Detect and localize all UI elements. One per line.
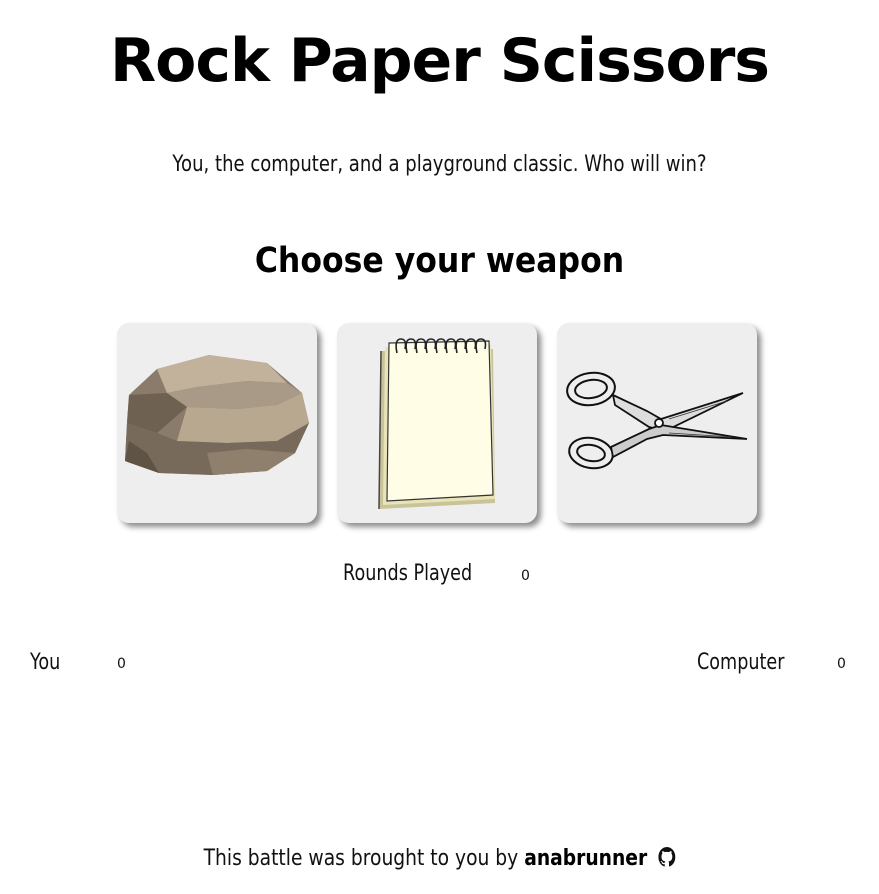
rock-button[interactable] bbox=[117, 323, 317, 523]
scissors-button[interactable] bbox=[557, 323, 757, 523]
computer-score-value: 0 bbox=[837, 656, 846, 672]
rounds-played-label: Rounds Played bbox=[343, 561, 473, 586]
page-subtitle: You, the computer, and a playground clas… bbox=[172, 152, 707, 177]
page-title: Rock Paper Scissors bbox=[109, 26, 770, 96]
player-score-label: You bbox=[30, 650, 61, 675]
scissors-icon bbox=[566, 371, 748, 470]
rounds-played-value: 0 bbox=[521, 568, 530, 584]
github-icon[interactable] bbox=[658, 847, 676, 867]
paper-button[interactable] bbox=[337, 323, 537, 523]
weapon-options bbox=[117, 323, 757, 523]
footer: This battle was brought to you by anabru… bbox=[0, 846, 879, 871]
choose-weapon-heading: Choose your weapon bbox=[254, 241, 625, 281]
player-score-value: 0 bbox=[117, 656, 126, 672]
notepad-icon bbox=[378, 338, 495, 510]
author-link[interactable]: anabrunner bbox=[524, 846, 647, 871]
computer-score-label: Computer bbox=[697, 650, 785, 675]
footer-text: This battle was brought to you by bbox=[203, 846, 519, 871]
rock-icon bbox=[125, 355, 309, 475]
